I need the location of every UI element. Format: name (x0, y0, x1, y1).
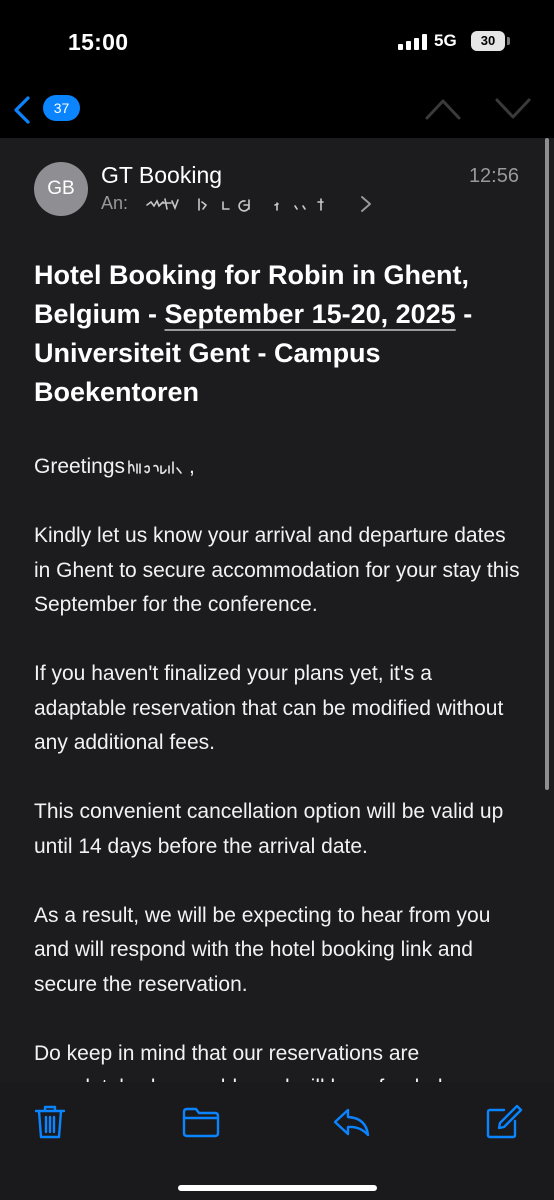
received-time: 12:56 (468, 165, 519, 187)
body-paragraph: Kindly let us know your arrival and depa… (34, 524, 520, 616)
chevron-right-icon[interactable] (360, 195, 372, 213)
to-label: An: (101, 193, 129, 213)
scrollbar[interactable] (545, 138, 549, 790)
network-type: 5G (434, 31, 457, 50)
compose-icon[interactable] (484, 1104, 524, 1140)
body-paragraph: Do keep in mind that our reservations ar… (34, 1041, 443, 1083)
down-chevron-icon[interactable] (494, 96, 532, 122)
subject-date-link[interactable]: September 15-20, 2025 (165, 299, 456, 329)
sender-name[interactable]: GT Booking (101, 162, 222, 189)
mail-body: Greetings, Kindly let us know your arriv… (34, 450, 524, 1082)
nav-bar: 37 (0, 84, 554, 138)
home-indicator[interactable] (178, 1185, 377, 1191)
battery-nub (507, 37, 510, 45)
cellular-signal-icon (398, 34, 428, 50)
avatar[interactable]: GB (34, 162, 88, 216)
greeting-comma: , (189, 455, 195, 478)
status-time: 15:00 (68, 29, 129, 55)
body-paragraph: If you haven't finalized your plans yet,… (34, 662, 504, 754)
bottom-toolbar (0, 1082, 554, 1200)
status-bar: 15:00 5G 30 (0, 0, 554, 84)
reply-icon[interactable] (332, 1104, 372, 1140)
greeting-text: Greetings (34, 455, 126, 478)
body-paragraph: This convenient cancellation option will… (34, 800, 504, 858)
greeting-paragraph: Greetings, (34, 450, 524, 485)
up-chevron-icon[interactable] (424, 96, 462, 122)
subject: Hotel Booking for Robin in Ghent, Belgiu… (34, 256, 494, 412)
redacted-name (128, 460, 182, 474)
folder-icon[interactable] (181, 1104, 221, 1140)
mail-content[interactable]: GB GT Booking An: 12:56 Hotel Booking fo… (0, 138, 554, 1082)
battery-icon: 30 (471, 31, 505, 51)
back-chevron-icon[interactable] (12, 95, 32, 125)
trash-icon[interactable] (30, 1104, 70, 1140)
back-count-badge[interactable]: 37 (43, 95, 80, 121)
body-paragraph: As a result, we will be expecting to hea… (34, 903, 491, 996)
redacted-recipient[interactable] (145, 193, 355, 215)
